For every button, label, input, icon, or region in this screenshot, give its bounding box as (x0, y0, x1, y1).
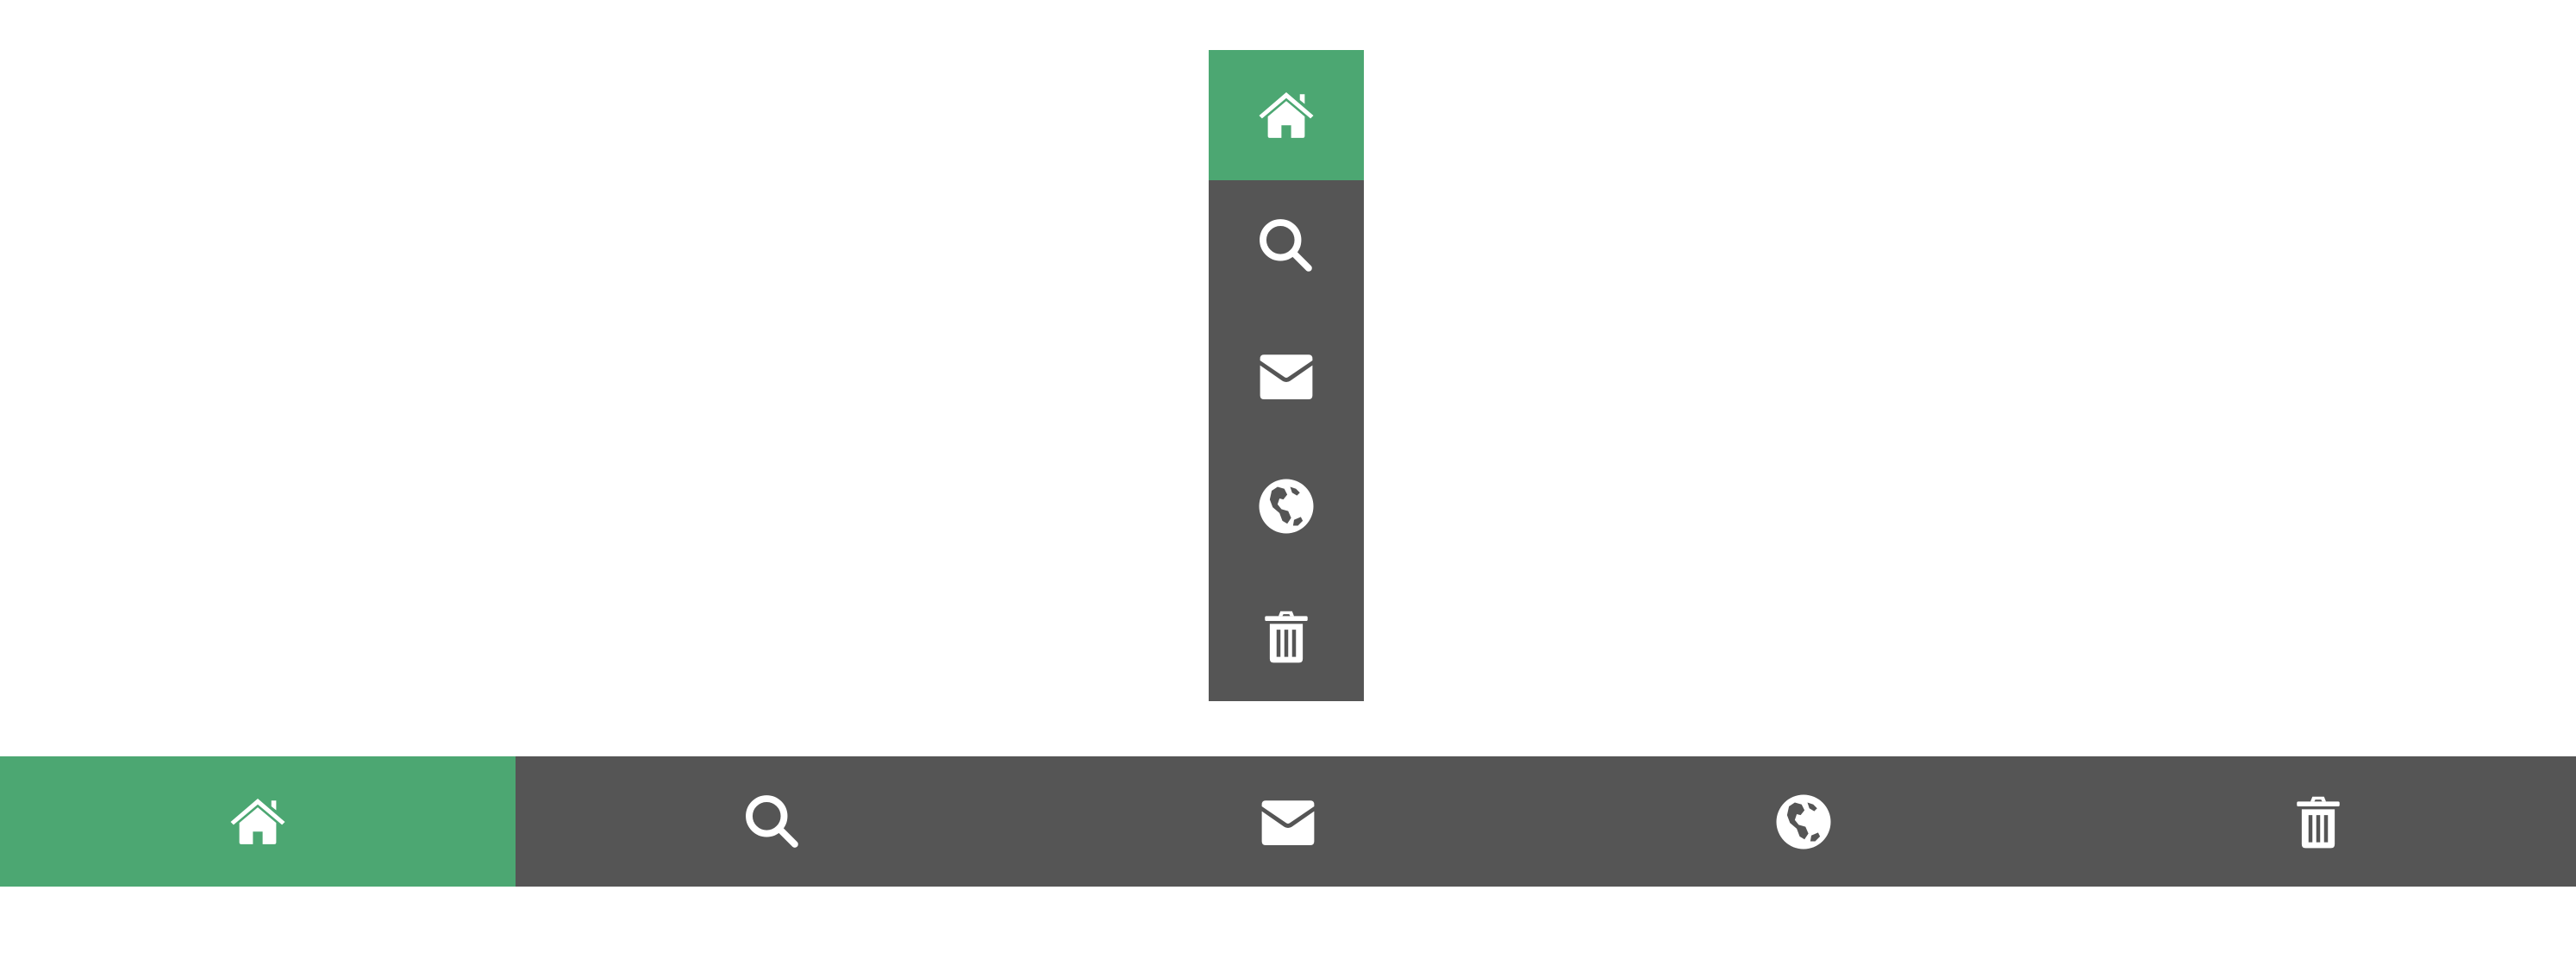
horizontal-nav-search[interactable] (516, 756, 1031, 887)
globe-icon (1769, 787, 1838, 856)
envelope-icon (1254, 787, 1322, 856)
horizontal-nav-home[interactable] (0, 756, 516, 887)
search-icon (1252, 211, 1321, 280)
vertical-nav-globe[interactable] (1209, 441, 1364, 571)
trash-icon (1252, 602, 1321, 671)
trash-icon (2284, 787, 2353, 856)
home-icon (223, 787, 292, 856)
horizontal-nav-mail[interactable] (1030, 756, 1546, 887)
globe-icon (1252, 472, 1321, 541)
vertical-nav-home[interactable] (1209, 50, 1364, 180)
vertical-nav-trash[interactable] (1209, 571, 1364, 701)
horizontal-nav-globe[interactable] (1546, 756, 2061, 887)
vertical-nav-search[interactable] (1209, 180, 1364, 310)
envelope-icon (1252, 342, 1321, 411)
vertical-nav-mail[interactable] (1209, 310, 1364, 441)
home-icon (1252, 81, 1321, 150)
vertical-icon-bar (1209, 50, 1364, 701)
search-icon (738, 787, 807, 856)
horizontal-nav-trash[interactable] (2060, 756, 2576, 887)
horizontal-icon-bar (0, 756, 2576, 887)
